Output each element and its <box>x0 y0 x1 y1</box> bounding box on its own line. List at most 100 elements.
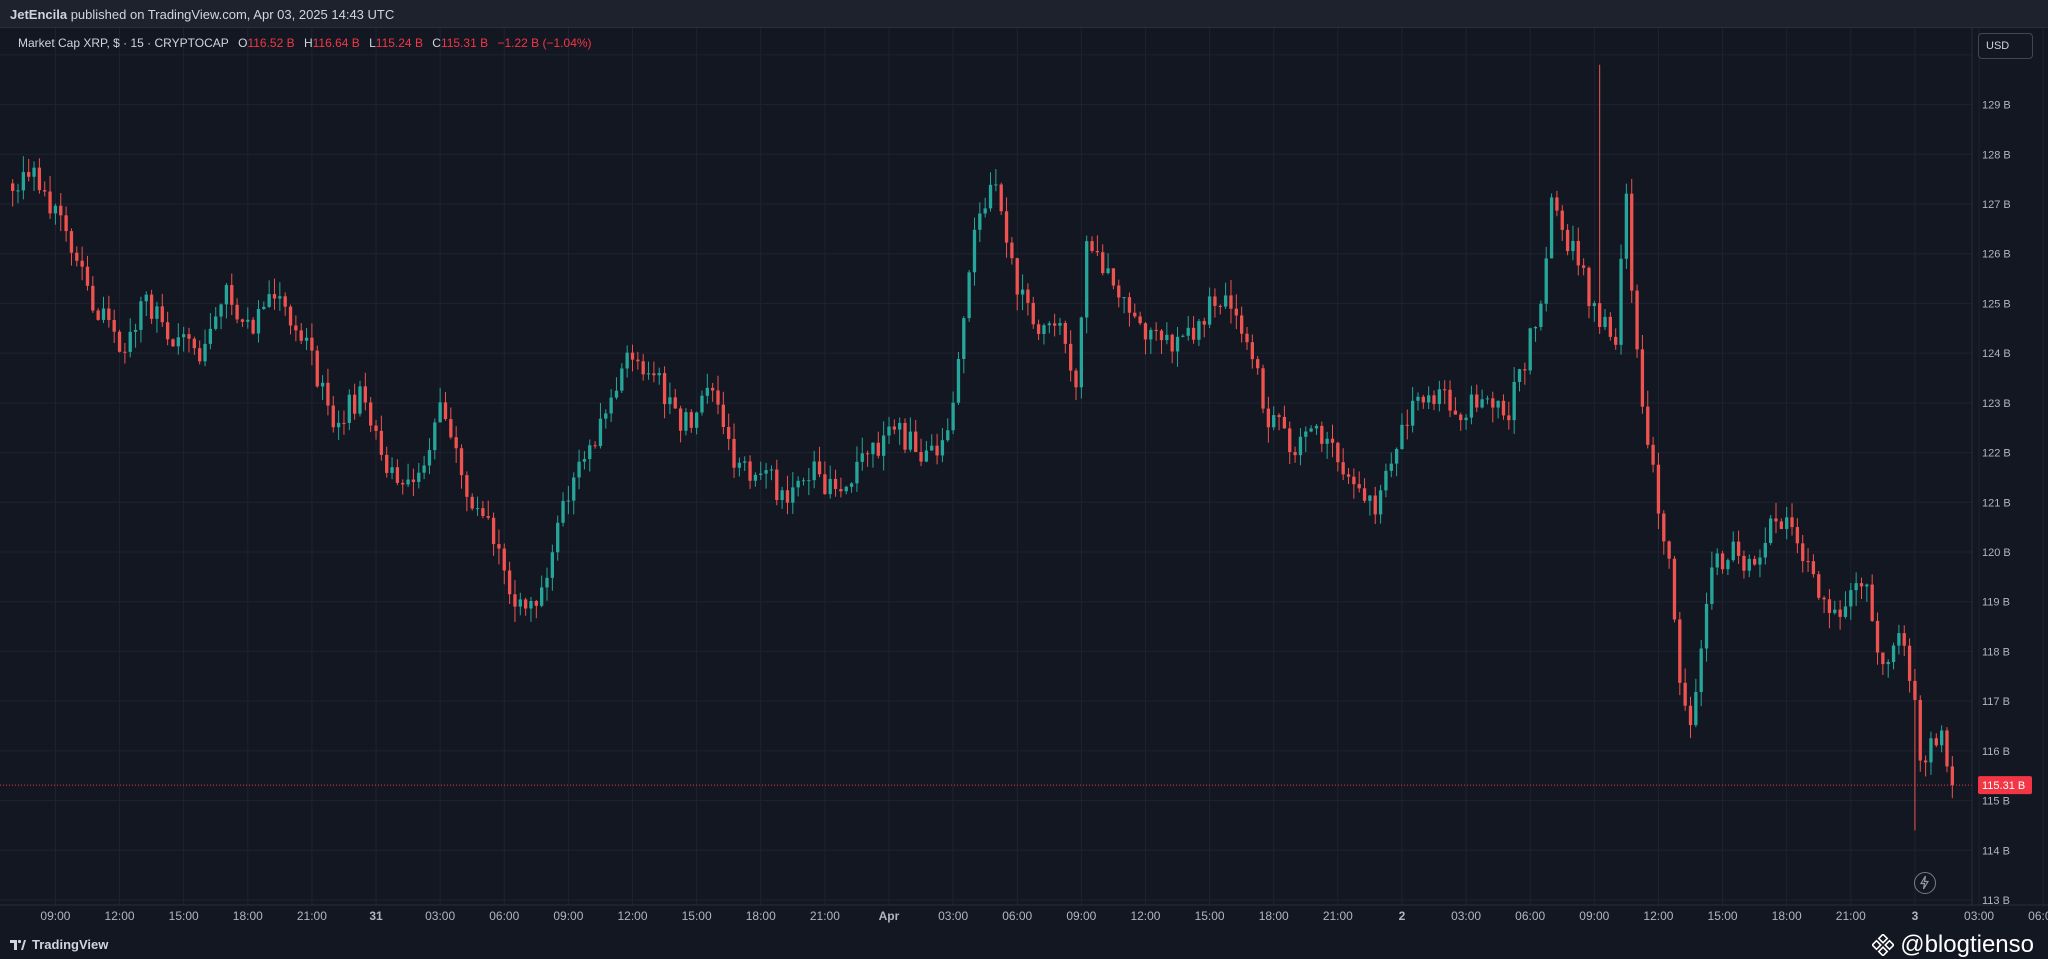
candle-body <box>1234 308 1238 316</box>
candle-body <box>1838 609 1842 617</box>
candle-body <box>1918 699 1922 761</box>
author-name[interactable]: JetEncila <box>10 7 67 22</box>
low-label: L <box>369 36 376 50</box>
candle-body <box>807 480 811 482</box>
candle-body <box>540 587 544 606</box>
candle-body <box>1223 295 1228 307</box>
candle-body <box>839 488 843 492</box>
candle-body <box>272 294 277 299</box>
candle-body <box>796 480 800 488</box>
candle-body <box>785 490 790 503</box>
time-tick-label: 2 <box>1399 909 1406 923</box>
candle-body <box>614 390 619 398</box>
candle-body <box>1181 335 1185 337</box>
candle-body <box>1581 265 1586 268</box>
candle-body <box>91 285 95 311</box>
price-tick-label: 119 B <box>1982 597 2010 609</box>
candle-body <box>48 191 52 214</box>
candle-body <box>881 435 886 456</box>
candle-body <box>630 352 635 360</box>
candle-body <box>443 402 448 420</box>
candle-body <box>1079 317 1084 388</box>
candle-body <box>1881 652 1885 665</box>
candle-body <box>1678 619 1682 683</box>
candle-body <box>1357 484 1361 489</box>
candle-body <box>1891 645 1896 663</box>
price-tick-label: 114 B <box>1982 845 2010 857</box>
candle-body <box>823 474 827 495</box>
candle-body <box>1576 240 1580 266</box>
candle-body <box>155 306 159 319</box>
candle-body <box>139 301 143 330</box>
candle-body <box>588 445 592 460</box>
candle-body <box>1614 336 1618 345</box>
candle-body <box>1229 295 1233 309</box>
candle-body <box>668 397 672 405</box>
candle-body <box>1159 330 1164 341</box>
candle-body <box>112 319 116 332</box>
candle-body <box>1443 389 1447 391</box>
candle-body <box>1336 442 1340 463</box>
time-tick-label: 21:00 <box>297 909 327 923</box>
candle-body <box>1047 323 1051 326</box>
candle-body <box>1517 369 1522 382</box>
candle-body <box>406 479 410 485</box>
candle-body <box>518 599 522 607</box>
change-value: −1.22 B (−1.04%) <box>497 36 592 50</box>
time-tick-label: 15:00 <box>1195 909 1225 923</box>
candle-body <box>1186 327 1190 336</box>
candle-body <box>165 322 170 340</box>
candle-body <box>192 338 197 349</box>
candle-body <box>16 190 20 192</box>
candle-body <box>1603 316 1607 328</box>
candle-body <box>1074 370 1078 388</box>
price-tick-label: 123 B <box>1982 398 2011 410</box>
candle-body <box>566 500 571 502</box>
candle-body <box>1170 334 1174 352</box>
price-tick-label: 129 B <box>1982 100 2011 112</box>
candle-body <box>1298 436 1303 456</box>
symbol-label[interactable]: Market Cap XRP, $ · 15 · CRYPTOCAP <box>18 36 229 50</box>
candle-body <box>310 337 314 351</box>
candle-body <box>1720 553 1725 570</box>
candle-body <box>684 412 688 431</box>
price-chart[interactable]: 113 B 114 B 115 B 116 B 117 B 118 B 119 B 120 B… <box>0 28 2048 931</box>
candle-body <box>1507 415 1511 421</box>
last-price-text: 115.31 B <box>1982 780 2025 792</box>
candle-body <box>283 296 287 307</box>
candle-body <box>924 450 929 462</box>
candle-body <box>1085 241 1089 318</box>
candle-body <box>935 445 939 456</box>
candle-body <box>1362 488 1367 501</box>
candle-body <box>1421 396 1425 403</box>
publish-info: JetEncila published on TradingView.com, … <box>10 7 394 22</box>
candle-body <box>1501 400 1506 416</box>
price-tick-label: 126 B <box>1982 249 2011 261</box>
candle-body <box>737 462 742 468</box>
candle-body <box>1833 609 1837 614</box>
candle-body <box>1389 463 1393 471</box>
candle-body <box>1528 328 1532 371</box>
candle-body <box>1058 323 1062 326</box>
currency-selector[interactable]: USD <box>1978 33 2033 59</box>
tradingview-brand[interactable]: TradingView <box>10 937 108 952</box>
candle-body <box>1523 369 1527 371</box>
candle-body <box>1410 400 1415 426</box>
candle-body <box>1913 680 1917 700</box>
candle-body <box>374 425 378 431</box>
time-axis[interactable]: 09:00 12:00 15:00 18:00 21:00 31 03:00 06:00 09:… <box>40 909 2048 923</box>
candle-body <box>556 522 560 553</box>
bolt-icon[interactable] <box>1914 872 1936 894</box>
chart-area[interactable]: Market Cap XRP, $ · 15 · CRYPTOCAP O116.… <box>0 28 2048 931</box>
candle-body <box>1325 438 1329 444</box>
candle-body <box>1416 396 1420 401</box>
time-tick-label: 18:00 <box>233 909 263 923</box>
candle-body <box>892 426 896 430</box>
candle-body <box>224 285 229 305</box>
candle-body <box>470 496 474 509</box>
candle-body <box>1875 620 1880 653</box>
candle-body <box>1560 210 1564 230</box>
low-value: 115.24 B <box>375 36 423 50</box>
candle-body <box>198 348 202 362</box>
candle-body <box>171 339 175 347</box>
